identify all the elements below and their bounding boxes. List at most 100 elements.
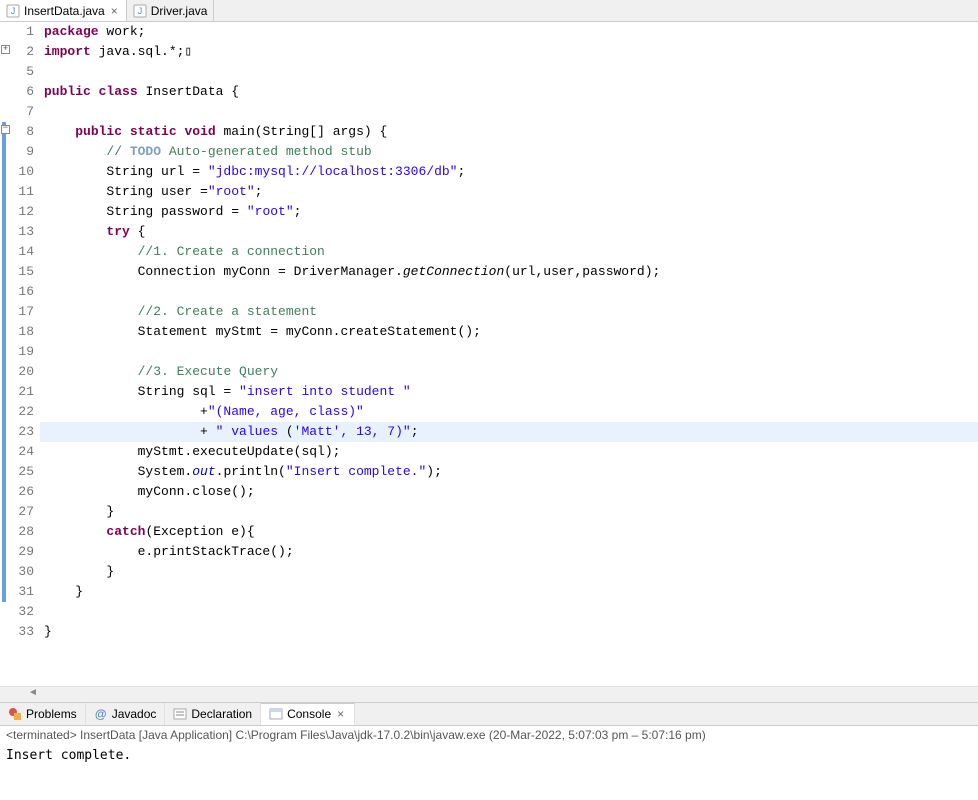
view-tab-console[interactable]: Console× (261, 703, 355, 725)
code-line[interactable]: 22 +"(Name, age, class)" (0, 402, 978, 422)
gutter-marker (0, 262, 12, 282)
code-line[interactable]: 32 (0, 602, 978, 622)
code-line[interactable]: 33} (0, 622, 978, 642)
code-line[interactable]: 5 (0, 62, 978, 82)
code-line[interactable]: 10 String url = "jdbc:mysql://localhost:… (0, 162, 978, 182)
gutter-marker (0, 222, 12, 242)
line-number: 6 (12, 82, 40, 102)
code-text[interactable] (40, 282, 978, 302)
svg-text:J: J (11, 6, 16, 16)
code-text[interactable] (40, 62, 978, 82)
code-line[interactable]: 15 Connection myConn = DriverManager.get… (0, 262, 978, 282)
code-editor[interactable]: 1package work;+2import java.sql.*;▯56pub… (0, 22, 978, 686)
code-line[interactable]: 27 } (0, 502, 978, 522)
code-text[interactable]: myStmt.executeUpdate(sql); (40, 442, 978, 462)
code-line[interactable]: 12 String password = "root"; (0, 202, 978, 222)
code-text[interactable]: } (40, 582, 978, 602)
gutter-marker (0, 342, 12, 362)
line-number: 31 (12, 582, 40, 602)
line-number: 28 (12, 522, 40, 542)
code-line[interactable]: 31 } (0, 582, 978, 602)
expand-icon[interactable]: + (1, 45, 10, 54)
code-line[interactable]: 26 myConn.close(); (0, 482, 978, 502)
code-text[interactable]: String password = "root"; (40, 202, 978, 222)
code-line[interactable]: 1package work; (0, 22, 978, 42)
code-line[interactable]: 28 catch(Exception e){ (0, 522, 978, 542)
line-number: 18 (12, 322, 40, 342)
line-number: 23 (12, 422, 40, 442)
code-text[interactable]: //2. Create a statement (40, 302, 978, 322)
editor-tab-driver-java[interactable]: JDriver.java (127, 0, 215, 21)
code-line[interactable]: 19 (0, 342, 978, 362)
code-text[interactable]: String sql = "insert into student " (40, 382, 978, 402)
code-text[interactable]: catch(Exception e){ (40, 522, 978, 542)
code-line[interactable]: 24 myStmt.executeUpdate(sql); (0, 442, 978, 462)
code-text[interactable]: System.out.println("Insert complete."); (40, 462, 978, 482)
line-number: 27 (12, 502, 40, 522)
code-line[interactable]: 7 (0, 102, 978, 122)
code-text[interactable]: + " values ('Matt', 13, 7)"; (40, 422, 978, 442)
code-line[interactable]: 14 //1. Create a connection (0, 242, 978, 262)
code-text[interactable]: String user ="root"; (40, 182, 978, 202)
collapse-icon[interactable]: − (1, 125, 10, 134)
code-line[interactable]: 16 (0, 282, 978, 302)
horizontal-scrollbar[interactable] (0, 686, 978, 702)
code-line[interactable]: 25 System.out.println("Insert complete."… (0, 462, 978, 482)
code-line[interactable]: 17 //2. Create a statement (0, 302, 978, 322)
code-text[interactable]: +"(Name, age, class)" (40, 402, 978, 422)
code-text[interactable]: } (40, 622, 978, 642)
code-text[interactable]: package work; (40, 22, 978, 42)
view-tab-javadoc[interactable]: @Javadoc (86, 703, 166, 725)
code-line[interactable]: +2import java.sql.*;▯ (0, 42, 978, 62)
gutter-marker (0, 542, 12, 562)
gutter-marker (0, 202, 12, 222)
code-line[interactable]: 18 Statement myStmt = myConn.createState… (0, 322, 978, 342)
code-text[interactable] (40, 102, 978, 122)
code-text[interactable]: } (40, 502, 978, 522)
code-text[interactable]: } (40, 562, 978, 582)
code-line[interactable]: 9 // TODO Auto-generated method stub (0, 142, 978, 162)
code-text[interactable]: //1. Create a connection (40, 242, 978, 262)
code-text[interactable]: try { (40, 222, 978, 242)
view-tabs: Problems@JavadocDeclarationConsole× (0, 702, 978, 726)
gutter-marker (0, 362, 12, 382)
gutter-marker (0, 442, 12, 462)
code-line[interactable]: 21 String sql = "insert into student " (0, 382, 978, 402)
close-icon[interactable]: × (109, 4, 120, 18)
line-number: 21 (12, 382, 40, 402)
console-output: Insert complete. (0, 744, 978, 800)
gutter-marker (0, 382, 12, 402)
gutter-marker (0, 522, 12, 542)
code-line[interactable]: 20 //3. Execute Query (0, 362, 978, 382)
java-file-icon: J (133, 4, 147, 18)
editor-tab-insertdata-java[interactable]: JInsertData.java× (0, 0, 127, 21)
code-text[interactable]: Connection myConn = DriverManager.getCon… (40, 262, 978, 282)
view-tab-declaration[interactable]: Declaration (165, 703, 261, 725)
line-number: 30 (12, 562, 40, 582)
code-line[interactable]: 30 } (0, 562, 978, 582)
code-line[interactable]: 23 + " values ('Matt', 13, 7)"; (0, 422, 978, 442)
code-text[interactable]: String url = "jdbc:mysql://localhost:330… (40, 162, 978, 182)
code-line[interactable]: 6public class InsertData { (0, 82, 978, 102)
code-line[interactable]: −8 public static void main(String[] args… (0, 122, 978, 142)
code-text[interactable]: // TODO Auto-generated method stub (40, 142, 978, 162)
problems-icon (8, 707, 22, 721)
code-text[interactable]: myConn.close(); (40, 482, 978, 502)
code-text[interactable]: e.printStackTrace(); (40, 542, 978, 562)
code-line[interactable]: 13 try { (0, 222, 978, 242)
line-number: 32 (12, 602, 40, 622)
view-tab-problems[interactable]: Problems (0, 703, 86, 725)
code-text[interactable]: public static void main(String[] args) { (40, 122, 978, 142)
code-text[interactable]: import java.sql.*;▯ (40, 42, 978, 62)
code-text[interactable] (40, 602, 978, 622)
javadoc-icon: @ (94, 707, 108, 721)
close-icon[interactable]: × (335, 707, 346, 721)
code-line[interactable]: 29 e.printStackTrace(); (0, 542, 978, 562)
java-file-icon: J (6, 4, 20, 18)
code-line[interactable]: 11 String user ="root"; (0, 182, 978, 202)
code-text[interactable] (40, 342, 978, 362)
code-text[interactable]: public class InsertData { (40, 82, 978, 102)
code-text[interactable]: //3. Execute Query (40, 362, 978, 382)
line-number: 7 (12, 102, 40, 122)
code-text[interactable]: Statement myStmt = myConn.createStatemen… (40, 322, 978, 342)
